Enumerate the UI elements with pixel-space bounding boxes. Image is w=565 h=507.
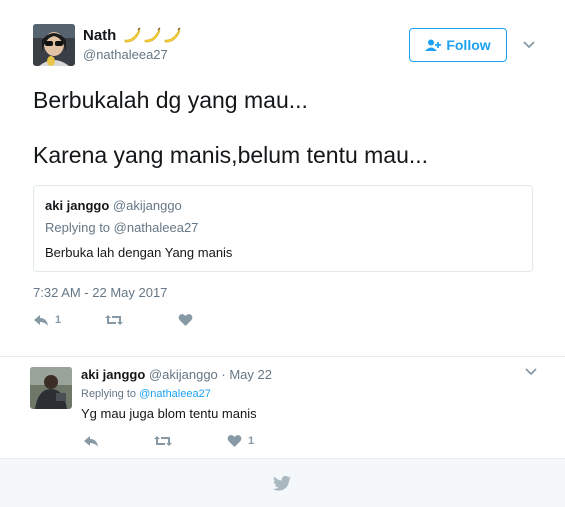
reply-header: aki janggo @akijanggo · May 22 xyxy=(81,367,272,382)
banana-emoji-icon xyxy=(145,27,161,43)
tweet-timestamp[interactable]: 7:32 AM - 22 May 2017 xyxy=(33,285,167,300)
like-count: 1 xyxy=(248,435,255,447)
reply-icon xyxy=(34,315,48,326)
reply-tweet[interactable]: aki janggo @akijanggo · May 22 Replying … xyxy=(0,358,565,458)
reply-icon xyxy=(84,436,98,447)
tweet-text-line: Berbukalah dg yang mau... xyxy=(33,87,308,113)
reply-date[interactable]: · May 22 xyxy=(221,367,272,382)
author-name[interactable]: Nath xyxy=(83,27,116,44)
retweet-icon xyxy=(105,315,123,325)
embed-footer xyxy=(0,458,565,507)
quoted-author-handle: @akijanggo xyxy=(112,198,182,213)
reply-action[interactable] xyxy=(83,434,105,448)
reply-count: 1 xyxy=(55,314,62,326)
banana-emojis xyxy=(123,27,181,43)
quoted-replying-to: Replying to @nathaleea27 xyxy=(45,220,199,235)
main-tweet: Nath @nathaleea27 Follow Berbukalah dg y… xyxy=(0,0,565,357)
retweet-action[interactable] xyxy=(104,313,130,327)
quoted-author-name: aki janggo xyxy=(45,198,110,213)
like-heart-icon xyxy=(227,435,242,447)
reply-author-handle[interactable]: @akijanggo xyxy=(149,367,218,382)
banana-emoji-icon xyxy=(125,27,141,43)
replying-to-handle[interactable]: @nathaleea27 xyxy=(139,388,211,400)
quoted-author: aki janggo @akijanggo xyxy=(45,198,182,213)
like-action[interactable] xyxy=(178,313,199,327)
reply-replying-to: Replying to @nathaleea27 xyxy=(81,388,211,400)
chevron-down-icon[interactable] xyxy=(524,367,538,377)
author-block: Nath @nathaleea27 xyxy=(83,26,181,62)
author-handle[interactable]: @nathaleea27 xyxy=(83,47,181,62)
follow-button[interactable]: Follow xyxy=(409,28,507,62)
chevron-down-icon[interactable] xyxy=(522,40,536,50)
tweet-text-line: Karena yang manis,belum tentu mau... xyxy=(33,142,429,168)
reply-action[interactable]: 1 xyxy=(33,313,61,327)
quoted-text: Berbuka lah dengan Yang manis xyxy=(45,245,233,260)
author-avatar[interactable] xyxy=(33,24,75,66)
retweet-action[interactable] xyxy=(153,434,179,448)
reply-text: Yg mau juga blom tentu manis xyxy=(81,406,257,421)
follow-person-icon xyxy=(425,39,442,51)
like-heart-icon xyxy=(178,314,193,326)
quoted-tweet[interactable]: aki janggo @akijanggo Replying to @natha… xyxy=(33,185,533,272)
retweet-icon xyxy=(154,436,172,446)
replying-to-label: Replying to xyxy=(81,388,137,400)
follow-label: Follow xyxy=(446,37,491,53)
twitter-bird-icon[interactable] xyxy=(273,476,291,491)
reply-author-name[interactable]: aki janggo xyxy=(81,367,145,382)
tweet-text: Berbukalah dg yang mau... Karena yang ma… xyxy=(33,86,428,196)
like-action[interactable]: 1 xyxy=(227,434,254,448)
banana-emoji-icon xyxy=(165,27,181,43)
reply-avatar[interactable] xyxy=(30,367,72,409)
